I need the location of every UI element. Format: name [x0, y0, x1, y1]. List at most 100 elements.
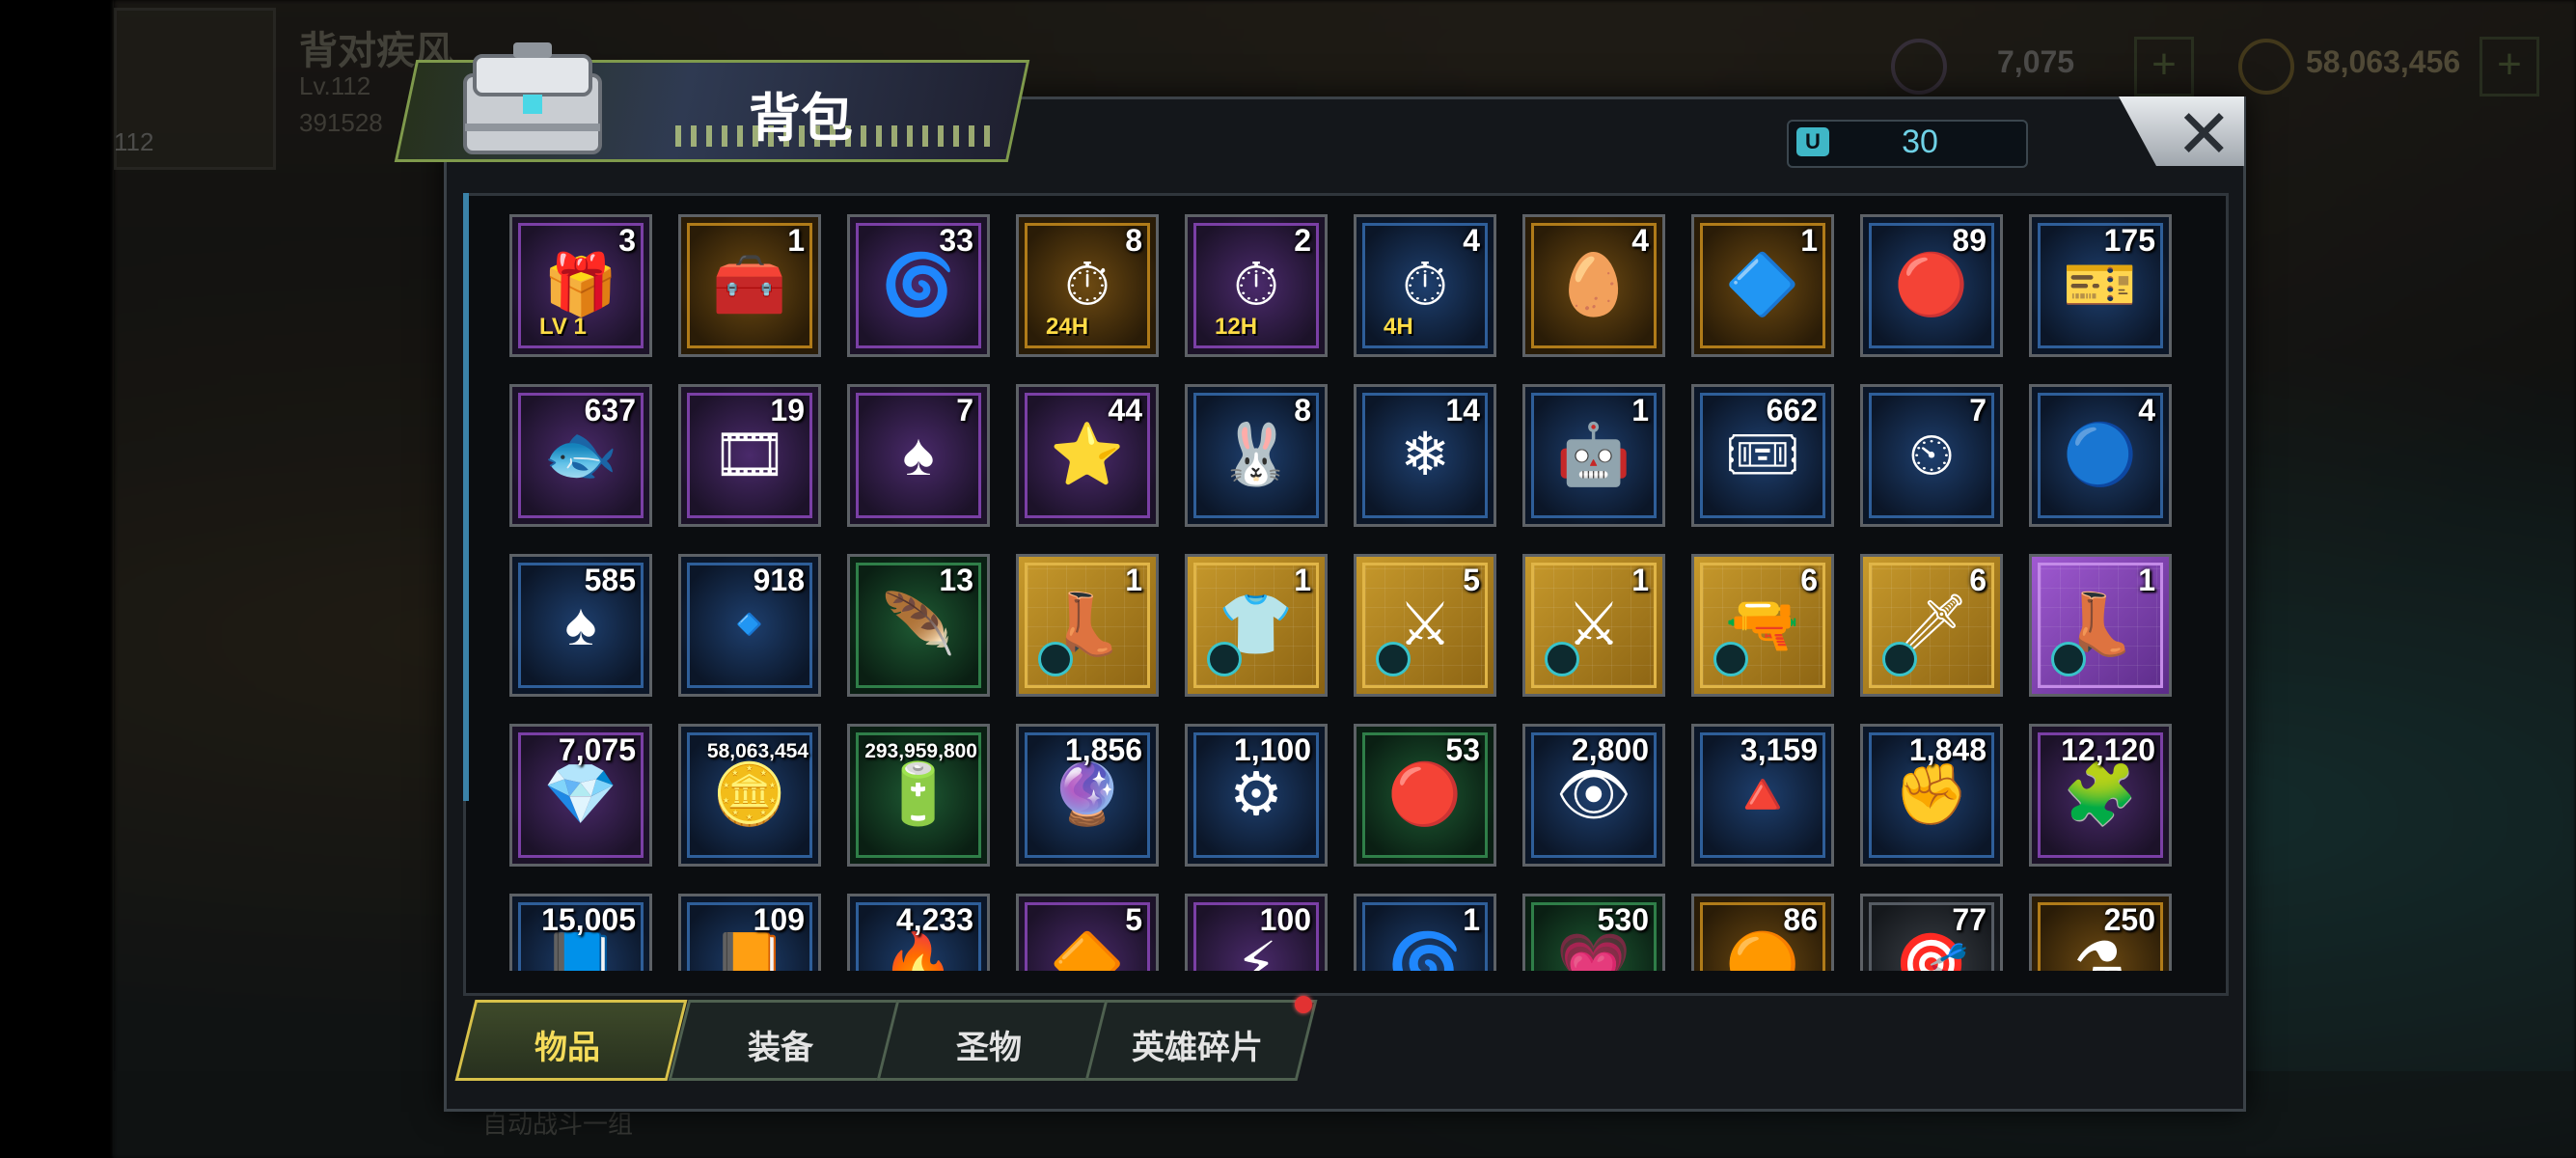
- item-count: 33: [939, 223, 973, 258]
- item-slot[interactable]: 🔴 53: [1354, 724, 1496, 867]
- item-slot[interactable]: ♠ 585: [509, 554, 652, 697]
- item-count: 1,848: [1908, 732, 1987, 767]
- item-count: 109: [753, 902, 805, 937]
- notification-dot: [1295, 996, 1312, 1013]
- item-slot[interactable]: 🤖 1: [1522, 384, 1665, 527]
- item-slot[interactable]: 🔮 1,856: [1016, 724, 1159, 867]
- item-count: 4: [2138, 393, 2155, 427]
- item-slot[interactable]: 🎁 LV 13: [509, 214, 652, 357]
- item-slot[interactable]: ⚗ 250: [2029, 894, 2172, 971]
- item-slot[interactable]: 🔵 4: [2029, 384, 2172, 527]
- item-count: 13: [939, 563, 973, 597]
- item-slot[interactable]: ⚙ 1,100: [1185, 724, 1328, 867]
- capacity-value: 30: [1902, 124, 1938, 160]
- item-slot[interactable]: 🔥 4,233: [847, 894, 990, 971]
- item-count: 77: [1952, 902, 1987, 937]
- item-count: 2: [1294, 223, 1311, 258]
- item-slot[interactable]: 🌀 33: [847, 214, 990, 357]
- item-slot[interactable]: 🌀 1: [1354, 894, 1496, 971]
- item-count: 3,159: [1740, 732, 1818, 767]
- item-slot[interactable]: 🎞 19: [678, 384, 821, 527]
- item-slot[interactable]: 🪙 58,063,454: [678, 724, 821, 867]
- crystal-prism-icon: 🔷: [1725, 252, 1800, 318]
- item-slot[interactable]: 📙 109: [678, 894, 821, 971]
- item-count: 1: [1631, 563, 1649, 597]
- item-slot[interactable]: 🎟 662: [1691, 384, 1834, 527]
- blue-propeller-icon: 🌀: [1387, 931, 1463, 972]
- item-slot[interactable]: ✊ 1,848: [1860, 724, 2003, 867]
- item-count: 175: [2103, 223, 2155, 258]
- item-count: 1: [1631, 393, 1649, 427]
- tab-items-label[interactable]: 物品: [461, 1021, 673, 1068]
- item-count: 3: [618, 223, 636, 258]
- item-slot[interactable]: ⚡ 100: [1185, 894, 1328, 971]
- item-slot[interactable]: 🥚 4: [1522, 214, 1665, 357]
- item-slot[interactable]: ⏱ 12H 2: [1185, 214, 1328, 357]
- item-slot[interactable]: 🎯 77: [1860, 894, 2003, 971]
- item-count: 89: [1952, 223, 1987, 258]
- item-slot[interactable]: 🔴 89: [1860, 214, 2003, 357]
- tab-hero-shards-label[interactable]: 英雄碎片: [1091, 1021, 1303, 1068]
- bottle-cap-blue-icon: 🔵: [2063, 422, 2138, 488]
- item-slot[interactable]: 🔶 5: [1016, 894, 1159, 971]
- item-slot[interactable]: ♠ 7: [847, 384, 990, 527]
- item-count: 8: [1125, 223, 1142, 258]
- item-count: 6: [1969, 563, 1987, 597]
- item-slot[interactable]: 🪶 13: [847, 554, 990, 697]
- item-slot[interactable]: ⚔ 1: [1522, 554, 1665, 697]
- panel-accent-bar: [463, 193, 469, 801]
- item-slot[interactable]: ⏱ 4H 4: [1354, 214, 1496, 357]
- item-count: 15,005: [541, 902, 636, 937]
- item-slot[interactable]: 🐟 637: [509, 384, 652, 527]
- hero-tag-icon: [1207, 642, 1242, 676]
- hero-tag-icon: [1713, 642, 1748, 676]
- item-count: 14: [1445, 393, 1480, 427]
- item-slot[interactable]: 👢 1: [2029, 554, 2172, 697]
- item-slot[interactable]: 👢 1: [1016, 554, 1159, 697]
- item-count: 1: [2138, 563, 2155, 597]
- item-slot[interactable]: 🔋 293,959,800: [847, 724, 990, 867]
- item-count: 1: [1125, 563, 1142, 597]
- item-count: 1: [787, 223, 805, 258]
- item-count: 918: [753, 563, 805, 597]
- item-count: 1,100: [1233, 732, 1311, 767]
- item-count: 4: [1463, 223, 1480, 258]
- item-slot[interactable]: ❄ 14: [1354, 384, 1496, 527]
- item-count: 6: [1800, 563, 1818, 597]
- robot-coin-icon: 🤖: [1556, 422, 1631, 488]
- item-count: 100: [1259, 902, 1311, 937]
- hero-tag-icon: [2051, 642, 2086, 676]
- item-slot[interactable]: ⭐ 44: [1016, 384, 1159, 527]
- hero-tag-icon: [1038, 642, 1073, 676]
- item-slot[interactable]: 🟠 86: [1691, 894, 1834, 971]
- item-slot[interactable]: 🔫 6: [1691, 554, 1834, 697]
- item-slot[interactable]: 👕 1: [1185, 554, 1328, 697]
- item-count: 19: [770, 393, 805, 427]
- tab-relics-label[interactable]: 圣物: [883, 1021, 1095, 1068]
- item-slot[interactable]: ⏲ 7: [1860, 384, 2003, 527]
- item-slot[interactable]: 🔺 3,159: [1691, 724, 1834, 867]
- item-slot[interactable]: 👁 2,800: [1522, 724, 1665, 867]
- item-slot[interactable]: ⏱ 24H 8: [1016, 214, 1159, 357]
- item-slot[interactable]: 💎 7,075: [509, 724, 652, 867]
- item-count: 2,800: [1571, 732, 1649, 767]
- item-slot[interactable]: ⚔ 5: [1354, 554, 1496, 697]
- item-count: 293,959,800: [864, 740, 977, 762]
- item-slot[interactable]: 📘 15,005: [509, 894, 652, 971]
- close-icon[interactable]: ✕: [2176, 95, 2233, 174]
- item-slot[interactable]: 🔷 1: [1691, 214, 1834, 357]
- item-count: 1: [1294, 563, 1311, 597]
- item-count: 5: [1125, 902, 1142, 937]
- item-count: 530: [1597, 902, 1649, 937]
- item-slot[interactable]: 🔹 918: [678, 554, 821, 697]
- item-slot[interactable]: 💗 530: [1522, 894, 1665, 971]
- hero-tag-icon: [1376, 642, 1411, 676]
- item-slot[interactable]: 🧩 12,120: [2029, 724, 2172, 867]
- item-count: 53: [1445, 732, 1480, 767]
- item-slot[interactable]: 🐰 8: [1185, 384, 1328, 527]
- item-slot[interactable]: 🗡 6: [1860, 554, 2003, 697]
- item-count: 86: [1783, 902, 1818, 937]
- tab-equipment-label[interactable]: 装备: [674, 1021, 887, 1068]
- item-slot[interactable]: 🧰 1: [678, 214, 821, 357]
- item-slot[interactable]: 🎫 175: [2029, 214, 2172, 357]
